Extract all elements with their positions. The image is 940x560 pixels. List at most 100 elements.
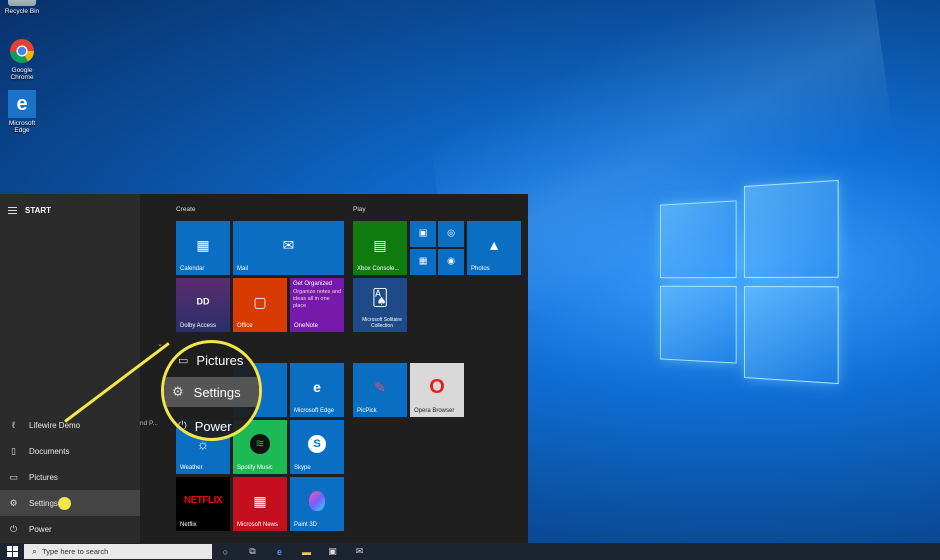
tile-label: Microsoft Edge	[294, 408, 335, 414]
tile-onenote[interactable]: Get Organized Organize notes and ideas a…	[290, 278, 344, 332]
desktop-icon-chrome[interactable]: Google Chrome	[2, 37, 42, 81]
camera-icon: ◉	[447, 255, 455, 266]
tile-skype[interactable]: S Skype	[290, 420, 344, 474]
rail-item-label: Documents	[29, 446, 70, 456]
desktop-icon-recycle-bin[interactable]: Recycle Bin	[2, 0, 42, 15]
power-icon: ⏻	[178, 419, 187, 432]
calculator-icon: ▦	[418, 255, 428, 266]
tile-label: Xbox Console...	[357, 266, 400, 272]
tile-office[interactable]: ▢ Office	[233, 278, 287, 332]
tile-solitaire[interactable]: 🂡 Microsoft Solitaire Collection	[353, 278, 407, 332]
rail-item-documents[interactable]: ▯ Documents	[0, 438, 140, 464]
picture-icon: ▭	[9, 471, 18, 482]
mail-icon[interactable]: ✉	[353, 545, 366, 558]
windows-icon	[6, 546, 18, 557]
partial-group-label: nd P...	[140, 420, 158, 427]
tile-netflix[interactable]: NETFLIX Netflix	[176, 477, 230, 531]
tile-label: OneNote	[294, 323, 319, 329]
tile-mail[interactable]: ✉ Mail	[233, 221, 344, 275]
calendar-icon: ▦	[196, 237, 210, 254]
opera-icon: O	[429, 376, 445, 399]
spotify-icon: ≋	[250, 434, 270, 455]
rail-item-label: Lifewire Demo	[29, 420, 81, 430]
tile-label: PicPick	[357, 408, 377, 414]
desktop-icon-label: Google Chrome	[10, 67, 34, 81]
paint3d-icon	[309, 491, 325, 512]
task-view-icon[interactable]: ⧉	[246, 545, 259, 558]
tile-label: Microsoft News	[237, 522, 279, 528]
gear-icon: ⚙	[172, 384, 184, 399]
tile-xbox[interactable]: ▤ Xbox Console...	[353, 221, 407, 275]
onenote-subtitle: Organize notes and ideas all in one plac…	[293, 289, 342, 309]
rail-item-pictures[interactable]: ▭ Pictures	[0, 464, 140, 490]
tile-label: Office	[237, 323, 253, 329]
edge-icon[interactable]: e	[273, 545, 286, 558]
office-icon: ▢	[253, 294, 267, 311]
rail-item-label: Settings	[29, 498, 58, 508]
tile-calendar[interactable]: ▦ Calendar	[176, 221, 230, 275]
windows-logo-wallpaper	[660, 179, 839, 385]
tile-dolby-access[interactable]: DD Dolby Access	[176, 278, 230, 332]
tile-picpick[interactable]: ✎ PicPick	[353, 363, 407, 417]
callout-label: Power	[194, 418, 232, 434]
tile-label: Photos	[471, 266, 490, 272]
mail-icon: ✉	[282, 237, 295, 254]
start-button[interactable]	[0, 543, 24, 560]
desktop-icon-edge[interactable]: e Microsoft Edge	[2, 90, 42, 134]
tile-movies[interactable]: ▣	[410, 221, 436, 247]
rail-item-label: Pictures	[29, 472, 58, 482]
onenote-title: Get Organized	[293, 281, 333, 287]
tile-maps[interactable]: ◉	[438, 249, 464, 275]
tile-label: Netflix	[180, 522, 197, 528]
tile-label: Calendar	[180, 266, 205, 272]
tile-photos[interactable]: ▲ Photos	[467, 221, 521, 275]
tile-label: Opera Browser	[414, 408, 455, 414]
chrome-icon	[8, 37, 36, 65]
search-placeholder: Type here to search	[42, 547, 109, 556]
callout-row-pictures: ▭ Pictures	[164, 349, 259, 371]
tile-calculator[interactable]: ▦	[410, 249, 436, 275]
tile-opera[interactable]: O Opera Browser	[410, 363, 464, 417]
tile-microsoft-news[interactable]: ▦ Microsoft News	[233, 477, 287, 531]
rail-item-label: Power	[29, 524, 52, 534]
desktop-icon-label: Recycle Bin	[4, 8, 40, 15]
group-label-play: Play	[353, 206, 366, 213]
cortana-icon[interactable]: ○	[219, 545, 232, 558]
callout-label: Settings	[193, 384, 241, 400]
tile-paint-3d[interactable]: Paint 3D	[290, 477, 344, 531]
taskbar-search-box[interactable]: ⌕ Type here to search	[24, 544, 212, 559]
picpick-icon: ✎	[374, 379, 386, 396]
search-icon: ⌕	[32, 546, 38, 556]
start-menu: START ℓ Lifewire Demo ▯ Documents ▭ Pict…	[0, 194, 528, 543]
tile-label: Spotify Music	[237, 465, 273, 471]
tile-label: Weather	[180, 465, 203, 471]
file-explorer-icon[interactable]: ▬	[300, 545, 313, 558]
callout-pointer-dot	[58, 497, 71, 510]
start-rail: START ℓ Lifewire Demo ▯ Documents ▭ Pict…	[0, 194, 140, 543]
netflix-logo: NETFLIX	[183, 495, 223, 507]
tile-label: Microsoft Solitaire Collection	[362, 317, 402, 329]
rail-item-power[interactable]: ⏻ Power	[0, 516, 140, 542]
callout-row-power: ⏻ Power	[164, 415, 259, 437]
recycle-bin-icon	[8, 0, 36, 6]
store-icon[interactable]: ▣	[326, 545, 339, 558]
edge-icon: e	[313, 379, 321, 396]
gear-icon: ⚙	[9, 497, 18, 508]
start-header[interactable]: START	[8, 206, 51, 215]
document-icon: ▯	[11, 445, 16, 456]
power-icon: ⏻	[9, 523, 18, 534]
tile-label: Mail	[237, 266, 249, 272]
dolby-icon: DD	[196, 296, 210, 307]
hamburger-icon	[8, 207, 17, 214]
cards-icon: 🂡	[371, 289, 389, 307]
taskbar: ⌕ Type here to search ○ ⧉ e ▬ ▣ ✉	[0, 543, 940, 560]
user-icon: ℓ	[12, 420, 15, 430]
skype-icon: S	[308, 435, 326, 454]
tile-groove[interactable]: ◎	[438, 221, 464, 247]
film-icon: ▣	[418, 227, 428, 238]
photos-icon: ▲	[487, 237, 501, 254]
tile-microsoft-edge[interactable]: e Microsoft Edge	[290, 363, 344, 417]
group-label-create: Create	[176, 206, 196, 213]
tile-label: Dolby Access	[180, 323, 217, 329]
callout-label: Pictures	[196, 352, 244, 368]
